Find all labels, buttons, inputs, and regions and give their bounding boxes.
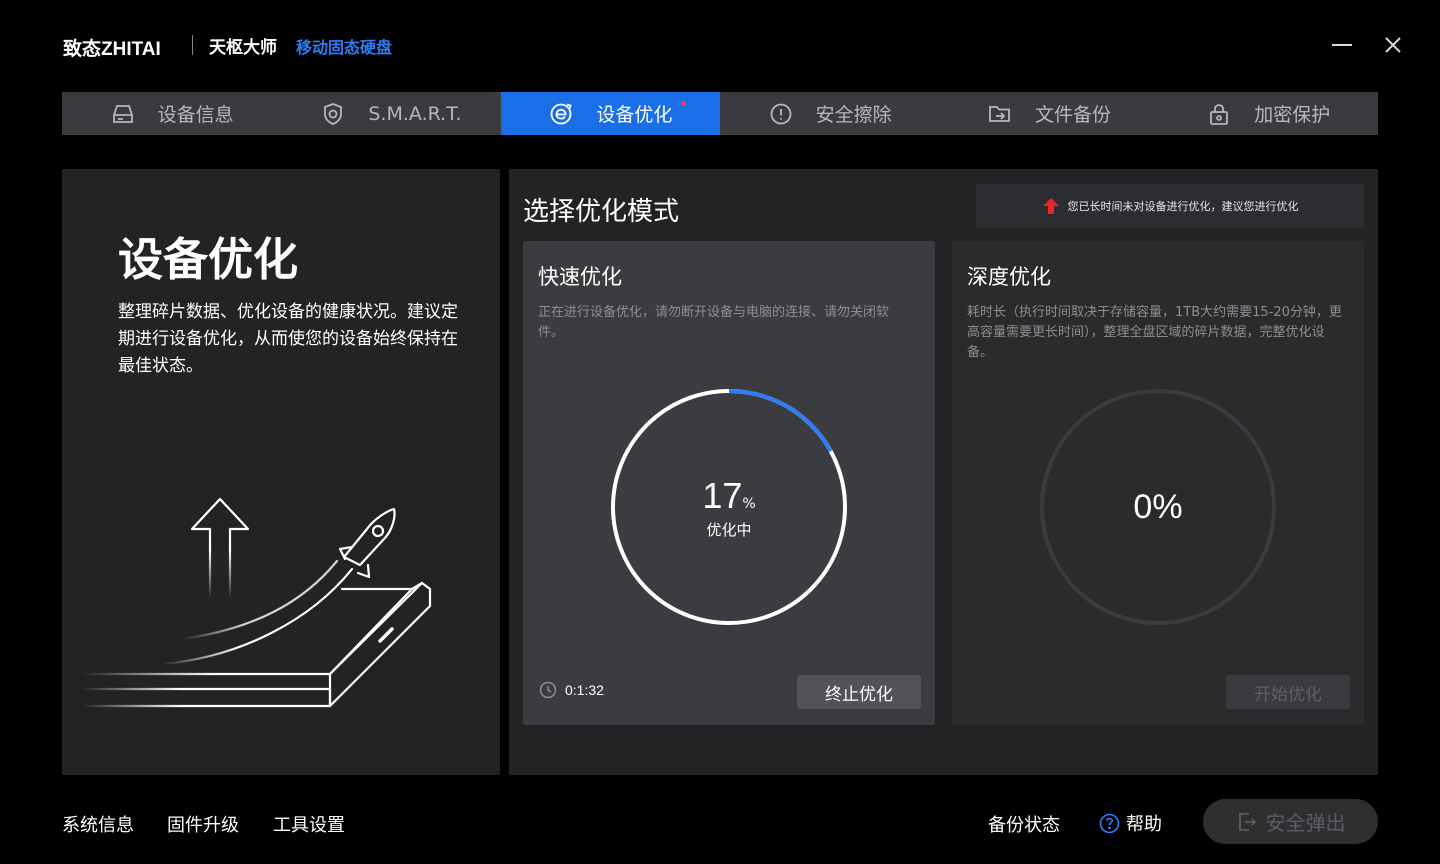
drive-icon bbox=[112, 104, 133, 123]
minimize-icon bbox=[1332, 44, 1352, 46]
progress-percent: 17 bbox=[702, 474, 743, 516]
alert-shield-icon bbox=[770, 103, 792, 124]
card-title: 快速优化 bbox=[538, 265, 622, 289]
tab-smart[interactable]: S.M.A.R.T. bbox=[281, 92, 500, 135]
progress-status: 优化中 bbox=[706, 520, 752, 539]
tab-label: S.M.A.R.T. bbox=[368, 102, 462, 125]
tab-label: 安全擦除 bbox=[815, 104, 892, 126]
progress-unit: % bbox=[742, 495, 756, 512]
progress-percent: 0% bbox=[1133, 487, 1183, 526]
help-link[interactable]: 帮助 bbox=[1099, 810, 1162, 836]
timer-value: 0:1:32 bbox=[565, 682, 604, 698]
card-description: 耗时长（执行时间取决于存储容量，1TB大约需要15-20分钟，更高容量需要更长时… bbox=[967, 305, 1342, 360]
notification-badge bbox=[680, 101, 686, 106]
brand-logo: 致态ZHITAI bbox=[63, 39, 161, 60]
section-title: 选择优化模式 bbox=[523, 197, 680, 227]
progress-readout: 17% 优化中 bbox=[609, 387, 849, 627]
shield-icon bbox=[324, 102, 343, 125]
tab-file-backup[interactable]: 文件备份 bbox=[939, 92, 1158, 135]
system-info-link[interactable]: 系统信息 bbox=[62, 811, 134, 837]
elapsed-timer: 0:1:32 bbox=[539, 681, 604, 699]
product-subtitle: 移动固态硬盘 bbox=[296, 38, 393, 57]
start-optimize-button[interactable]: 开始优化 bbox=[1226, 675, 1350, 709]
tab-label: 设备优化 bbox=[596, 104, 673, 126]
product-name: 天枢大师 bbox=[209, 38, 277, 58]
card-title: 深度优化 bbox=[967, 265, 1051, 289]
brand-divider bbox=[192, 35, 193, 55]
tool-settings-link[interactable]: 工具设置 bbox=[273, 811, 345, 837]
firmware-upgrade-link[interactable]: 固件升级 bbox=[167, 811, 239, 837]
mode-panel: 选择优化模式 您已长时间未对设备进行优化，建议您进行优化 快速优化 正在进行设备… bbox=[509, 169, 1378, 775]
intro-panel: 设备优化 整理碎片数据、优化设备的健康状况。建议定期进行设备优化，从而使您的设备… bbox=[62, 169, 500, 775]
tab-label: 文件备份 bbox=[1034, 104, 1111, 126]
backup-status-link[interactable]: 备份状态 bbox=[988, 811, 1060, 837]
minimize-button[interactable] bbox=[1327, 30, 1357, 60]
page-description: 整理碎片数据、优化设备的健康状况。建议定期进行设备优化，从而使您的设备始终保持在… bbox=[118, 302, 458, 376]
optimize-icon bbox=[550, 103, 572, 124]
help-icon bbox=[1099, 813, 1120, 833]
close-button[interactable] bbox=[1378, 30, 1408, 60]
stop-optimize-button[interactable]: 终止优化 bbox=[797, 675, 921, 709]
tab-encryption[interactable]: 加密保护 bbox=[1159, 92, 1378, 135]
page-title: 设备优化 bbox=[118, 233, 299, 286]
main-tabs: 设备信息 S.M.A.R.T. 设备优化 安全擦除 文件备份 加密保护 bbox=[62, 92, 1378, 135]
tab-label: 加密保护 bbox=[1254, 104, 1331, 126]
rocket-drive-illustration bbox=[82, 497, 432, 708]
lock-icon bbox=[1210, 103, 1229, 125]
optimize-reminder: 您已长时间未对设备进行优化，建议您进行优化 bbox=[976, 184, 1364, 228]
deep-optimize-card[interactable]: 深度优化 耗时长（执行时间取决于存储容量，1TB大约需要15-20分钟，更高容量… bbox=[952, 241, 1364, 725]
tab-label: 设备信息 bbox=[157, 104, 234, 126]
clock-icon bbox=[539, 681, 557, 699]
safe-eject-button[interactable]: 安全弹出 bbox=[1203, 799, 1378, 844]
card-description: 正在进行设备优化，请勿断开设备与电脑的连接、请勿关闭软件。 bbox=[538, 305, 890, 340]
progress-readout: 0% bbox=[1038, 387, 1278, 627]
eject-label: 安全弹出 bbox=[1265, 811, 1346, 835]
quick-optimize-card[interactable]: 快速优化 正在进行设备优化，请勿断开设备与电脑的连接、请勿关闭软件。 17% 优… bbox=[523, 241, 935, 725]
folder-backup-icon bbox=[989, 105, 1010, 122]
tab-device-info[interactable]: 设备信息 bbox=[62, 92, 281, 135]
eject-icon bbox=[1238, 812, 1256, 831]
title-bar: 致态ZHITAI 天枢大师 移动固态硬盘 bbox=[0, 0, 1440, 90]
up-arrow-icon bbox=[1042, 198, 1059, 214]
help-label: 帮助 bbox=[1126, 814, 1162, 835]
reminder-text: 您已长时间未对设备进行优化，建议您进行优化 bbox=[1067, 200, 1299, 213]
tab-device-optimize[interactable]: 设备优化 bbox=[500, 92, 720, 135]
tab-secure-erase[interactable]: 安全擦除 bbox=[720, 92, 939, 135]
close-icon bbox=[1385, 37, 1401, 53]
